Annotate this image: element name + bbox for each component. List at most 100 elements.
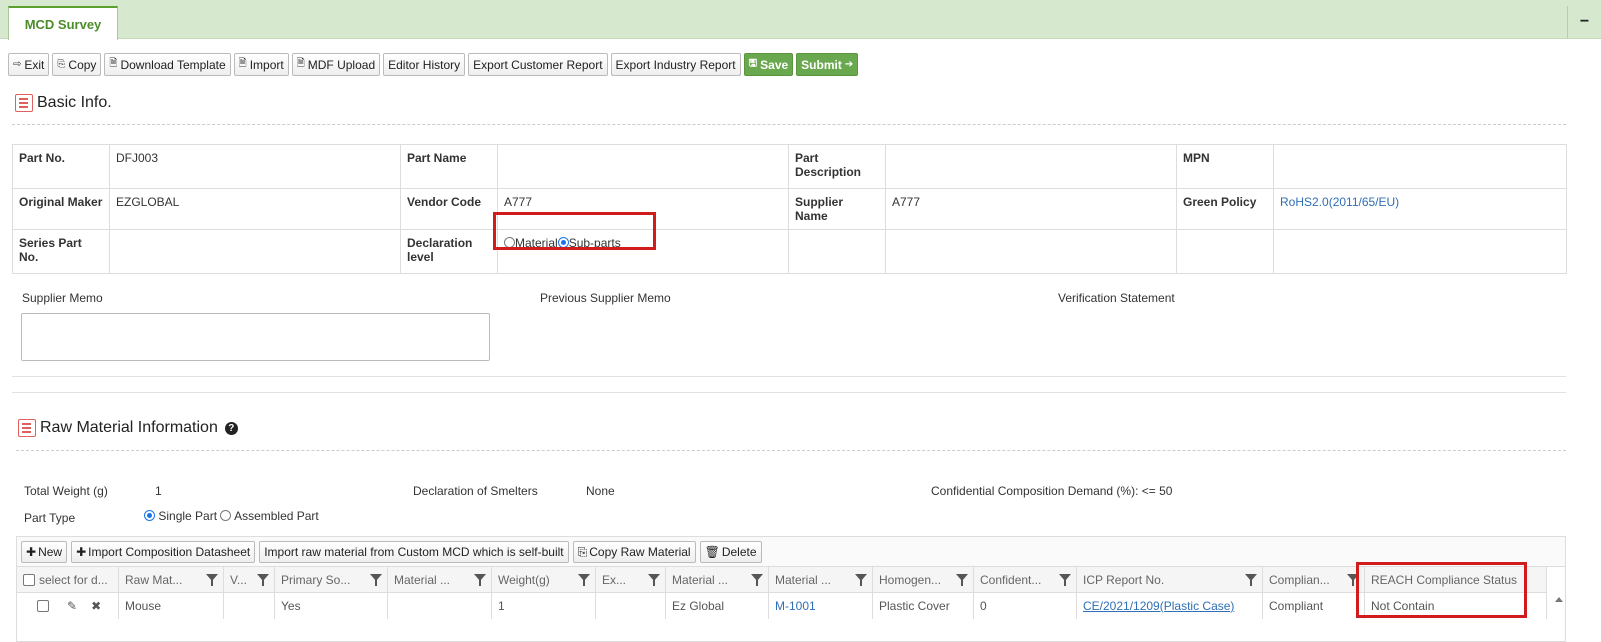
mdf-upload-button[interactable]: 🗎 MDF Upload <box>291 53 381 76</box>
column-header[interactable]: Ex... <box>596 567 666 592</box>
export-industry-report-button[interactable]: Export Industry Report <box>610 53 741 76</box>
filter-icon[interactable] <box>370 574 382 586</box>
filter-icon[interactable] <box>257 574 269 586</box>
import-composition-label: Import Composition Datasheet <box>88 545 251 559</box>
cell-weight: 1 <box>492 593 596 619</box>
divider <box>12 392 1566 393</box>
save-button[interactable]: 🖫 Save <box>743 53 794 76</box>
select-all-checkbox[interactable] <box>23 573 35 586</box>
minimize-icon[interactable]: − <box>1567 6 1601 38</box>
cell-material-3: M-1001 <box>769 593 873 619</box>
trash-icon: 🗑 <box>704 545 720 559</box>
column-label: V... <box>230 572 247 587</box>
mpn-label: MPN <box>1176 144 1274 189</box>
copy-raw-material-button[interactable]: ⎘ Copy Raw Material <box>572 541 696 563</box>
material-code-link[interactable]: M-1001 <box>775 599 816 613</box>
part-type-label: Part Type <box>24 511 76 525</box>
help-icon[interactable]: ? <box>224 421 238 435</box>
part-no-label: Part No. <box>12 144 110 189</box>
column-header[interactable]: Material ... <box>769 567 873 592</box>
tab-mcd-survey[interactable]: MCD Survey <box>8 6 118 40</box>
single-part-radio[interactable] <box>144 510 155 521</box>
basic-info-header: Basic Info. <box>15 94 112 112</box>
import-composition-button[interactable]: ✚ Import Composition Datasheet <box>71 541 256 563</box>
column-header[interactable]: Material ... <box>666 567 769 592</box>
filter-icon[interactable] <box>855 574 867 586</box>
import-custom-mcd-button[interactable]: Import raw material from Custom MCD whic… <box>259 541 569 563</box>
column-label: Primary So... <box>281 572 351 587</box>
column-label: Raw Mat... <box>125 572 183 587</box>
submit-button[interactable]: Submit ➔ <box>796 53 859 76</box>
column-label: Weight(g) <box>498 572 550 587</box>
column-header[interactable]: Complian... <box>1263 567 1365 592</box>
exit-button[interactable]: ⇨ Exit <box>8 53 50 76</box>
copy-icon: ⎘ <box>577 544 588 559</box>
scroll-up-icon[interactable] <box>1555 597 1563 602</box>
column-header[interactable]: Primary So... <box>275 567 388 592</box>
basic-info-title: Basic Info. <box>37 94 112 111</box>
editor-history-label: Editor History <box>388 57 461 72</box>
highlight-box <box>493 212 656 250</box>
close-icon[interactable]: ✖ <box>91 599 101 613</box>
editor-history-button[interactable]: Editor History <box>383 53 466 76</box>
cell-material-1 <box>388 593 492 619</box>
filter-icon[interactable] <box>956 574 968 586</box>
green-policy-link[interactable]: RoHS2.0(2011/65/EU) <box>1280 195 1399 209</box>
table-row[interactable]: ✎ ✖ Mouse Yes 1 Ez Global M-1001 Plastic… <box>17 593 1547 619</box>
cell-compliance: Compliant <box>1263 593 1365 619</box>
column-label: select for d... <box>39 572 108 587</box>
filter-icon[interactable] <box>1059 574 1071 586</box>
column-header[interactable]: V... <box>224 567 275 592</box>
copy-button[interactable]: ⎘ Copy <box>52 53 102 76</box>
copy-label: Copy <box>68 57 97 72</box>
icp-report-link[interactable]: CE/2021/1209(Plastic Case) <box>1083 599 1234 613</box>
delete-label: Delete <box>721 545 757 559</box>
column-label: Material ... <box>394 572 451 587</box>
column-label: Ex... <box>602 572 627 587</box>
download-template-button[interactable]: 🗎 Download Template <box>104 53 231 76</box>
raw-material-header: Raw Material Information ? <box>18 419 238 437</box>
excel-icon: 🗎 <box>109 58 118 69</box>
save-label: Save <box>760 57 789 72</box>
part-description-value <box>885 144 1177 189</box>
column-header[interactable]: select for d... <box>17 567 119 592</box>
filter-icon[interactable] <box>474 574 486 586</box>
column-header[interactable]: Confident... <box>974 567 1077 592</box>
column-header[interactable]: ICP Report No. <box>1077 567 1263 592</box>
series-part-no-value <box>109 229 401 274</box>
assembled-part-radio[interactable] <box>220 510 232 521</box>
filter-icon[interactable] <box>206 574 218 586</box>
mdf-upload-label: MDF Upload <box>307 57 376 72</box>
column-header[interactable]: Weight(g) <box>492 567 596 592</box>
delete-button[interactable]: 🗑 Delete <box>699 541 762 563</box>
tree-icon <box>18 419 36 437</box>
grid-header: select for d... Raw Mat... V... Primary … <box>17 567 1547 593</box>
part-description-label: Part Description <box>788 144 886 189</box>
pencil-icon[interactable]: ✎ <box>67 599 77 613</box>
filter-icon[interactable] <box>751 574 763 586</box>
new-button[interactable]: ✚ New <box>21 541 68 563</box>
filter-icon[interactable] <box>1245 574 1257 586</box>
basic-info-table: Part No. DFJ003 Part Name Part Descripti… <box>12 144 1567 274</box>
filter-icon[interactable] <box>648 574 660 586</box>
cell-ex <box>596 593 666 619</box>
save-icon: 🖫 <box>748 58 758 69</box>
list-icon <box>15 94 33 112</box>
column-header[interactable]: Material ... <box>388 567 492 592</box>
highlight-box <box>1356 562 1527 618</box>
column-header[interactable]: Raw Mat... <box>119 567 224 592</box>
column-header[interactable]: Homogen... <box>873 567 974 592</box>
row-checkbox[interactable] <box>37 600 49 612</box>
supplier-memo-textarea[interactable] <box>21 313 490 361</box>
row-actions: ✎ ✖ <box>17 593 119 619</box>
declaration-level-label: Declaration level <box>400 229 498 274</box>
import-button[interactable]: 🗎 Import <box>233 53 289 76</box>
export-customer-report-button[interactable]: Export Customer Report <box>468 53 608 76</box>
cell-raw-material: Mouse <box>119 593 224 619</box>
supplier-name-value: A777 <box>885 188 1177 230</box>
filter-icon[interactable] <box>578 574 590 586</box>
supplier-memo-label: Supplier Memo <box>22 291 103 305</box>
divider <box>12 376 1566 377</box>
column-label: Homogen... <box>879 572 942 587</box>
divider <box>16 450 1566 451</box>
